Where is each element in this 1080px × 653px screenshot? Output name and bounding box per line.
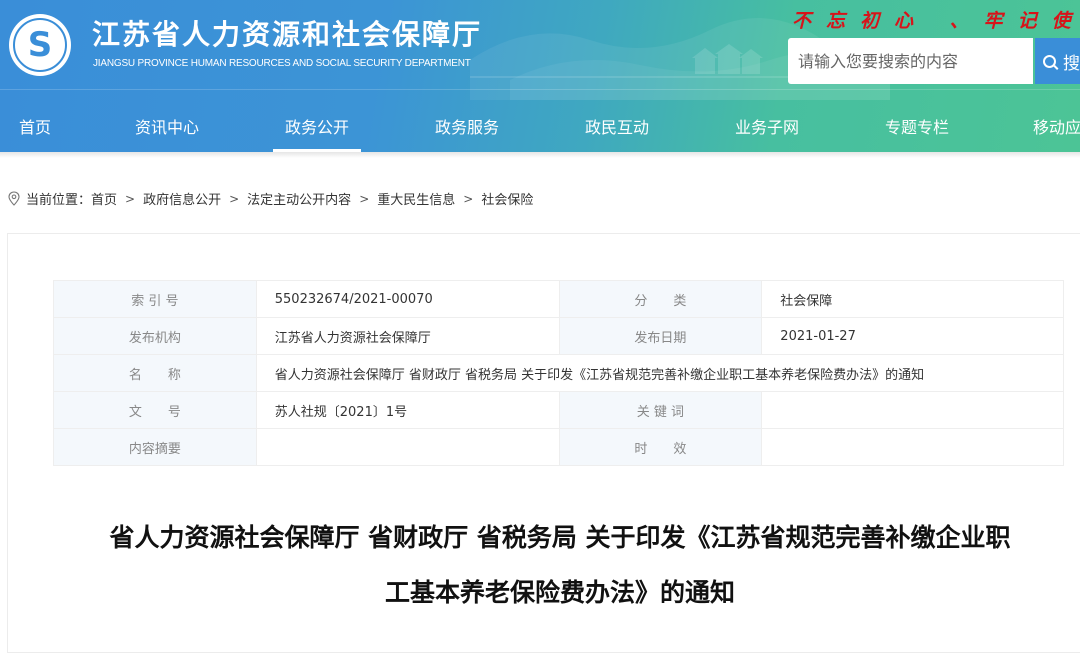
nav-item-home[interactable]: 首页 <box>18 104 52 152</box>
document-number-value: 苏人社规〔2021〕1号 <box>255 391 560 429</box>
search-input[interactable] <box>788 38 1033 84</box>
publish-date-label: 发布日期 <box>558 317 763 355</box>
nav-item-news-center[interactable]: 资讯中心 <box>133 104 201 152</box>
name-value: 省人力资源社会保障厅 省财政厅 省税务局 关于印发《江苏省规范完善补缴企业职工基… <box>255 354 1065 392</box>
document-metadata-table: 索 引 号 550232674/2021-00070 分 类 社会保障 发布机构… <box>53 280 1065 466</box>
article-title: 省人力资源社会保障厅 省财政厅 省税务局 关于印发《江苏省规范完善补缴企业职 工… <box>40 510 1080 620</box>
category-value: 社会保障 <box>761 280 1064 318</box>
nav-item-government-services[interactable]: 政务服务 <box>433 104 501 152</box>
slogan: 不忘初心 、牢记使 <box>792 10 1080 32</box>
breadcrumb-separator: > <box>125 191 136 206</box>
nav-item-government-affairs-disclosure[interactable]: 政务公开 <box>273 104 361 152</box>
keywords-label: 关 键 词 <box>558 391 763 429</box>
breadcrumb-item-gov-info-disclosure[interactable]: 政府信息公开 <box>143 189 221 208</box>
search-button[interactable]: 搜 <box>1035 38 1080 84</box>
site-title[interactable]: 江苏省人力资源和社会保障厅 <box>92 13 482 53</box>
breadcrumb-item-major-livelihood-info[interactable]: 重大民生信息 <box>377 189 455 208</box>
validity-value <box>761 428 1064 466</box>
table-row: 索 引 号 550232674/2021-00070 分 类 社会保障 <box>53 280 1064 318</box>
index-number-value: 550232674/2021-00070 <box>255 280 560 318</box>
keywords-value <box>761 391 1064 429</box>
breadcrumb-separator: > <box>229 191 240 206</box>
document-number-label: 文 号 <box>53 391 257 429</box>
breadcrumb-item-statutory-disclosure[interactable]: 法定主动公开内容 <box>247 189 351 208</box>
breadcrumb: 当前位置： 首页 > 政府信息公开 > 法定主动公开内容 > 重大民生信息 > … <box>8 189 533 208</box>
search-icon <box>1043 54 1056 68</box>
header-divider <box>0 89 1080 90</box>
breadcrumb-separator: > <box>463 191 474 206</box>
table-row: 名 称 省人力资源社会保障厅 省财政厅 省税务局 关于印发《江苏省规范完善补缴企… <box>53 354 1065 392</box>
publish-date-value: 2021-01-27 <box>761 317 1064 355</box>
breadcrumb-item-social-insurance[interactable]: 社会保险 <box>481 189 533 208</box>
nav-item-public-interaction[interactable]: 政民互动 <box>583 104 651 152</box>
breadcrumb-prefix: 当前位置： <box>26 193 92 208</box>
main-nav: 首页 资讯中心 政务公开 政务服务 政民互动 业务子网 专题专栏 移动应 <box>0 104 1080 152</box>
summary-label: 内容摘要 <box>53 428 257 466</box>
table-row: 文 号 苏人社规〔2021〕1号 关 键 词 <box>53 391 1064 429</box>
publisher-value: 江苏省人力资源社会保障厅 <box>255 317 560 355</box>
article-title-line-1: 省人力资源社会保障厅 省财政厅 省税务局 关于印发《江苏省规范完善补缴企业职 <box>109 523 1011 552</box>
department-logo[interactable]: S <box>9 14 71 76</box>
nav-shadow <box>0 152 1080 158</box>
location-pin-icon <box>8 191 20 206</box>
summary-value <box>255 428 560 466</box>
search-button-label: 搜 <box>1063 53 1080 73</box>
table-row: 内容摘要 时 效 <box>53 428 1064 466</box>
table-row: 发布机构 江苏省人力资源社会保障厅 发布日期 2021-01-27 <box>53 317 1064 355</box>
index-number-label: 索 引 号 <box>53 280 257 318</box>
site-header: S 江苏省人力资源和社会保障厅 JIANGSU PROVINCE HUMAN R… <box>0 0 1080 152</box>
publisher-label: 发布机构 <box>53 317 257 355</box>
nav-item-business-subnet[interactable]: 业务子网 <box>733 104 801 152</box>
nav-item-special-topics[interactable]: 专题专栏 <box>883 104 951 152</box>
name-label: 名 称 <box>53 354 257 392</box>
nav-item-mobile-apps[interactable]: 移动应 <box>1033 104 1080 152</box>
validity-label: 时 效 <box>558 428 763 466</box>
article-title-line-2: 工基本养老保险费办法》的通知 <box>384 578 735 607</box>
breadcrumb-item-home[interactable]: 首页 <box>91 189 117 208</box>
logo-ring <box>13 18 67 72</box>
breadcrumb-separator: > <box>359 191 370 206</box>
category-label: 分 类 <box>558 280 763 318</box>
site-subtitle: JIANGSU PROVINCE HUMAN RESOURCES AND SOC… <box>93 58 471 69</box>
